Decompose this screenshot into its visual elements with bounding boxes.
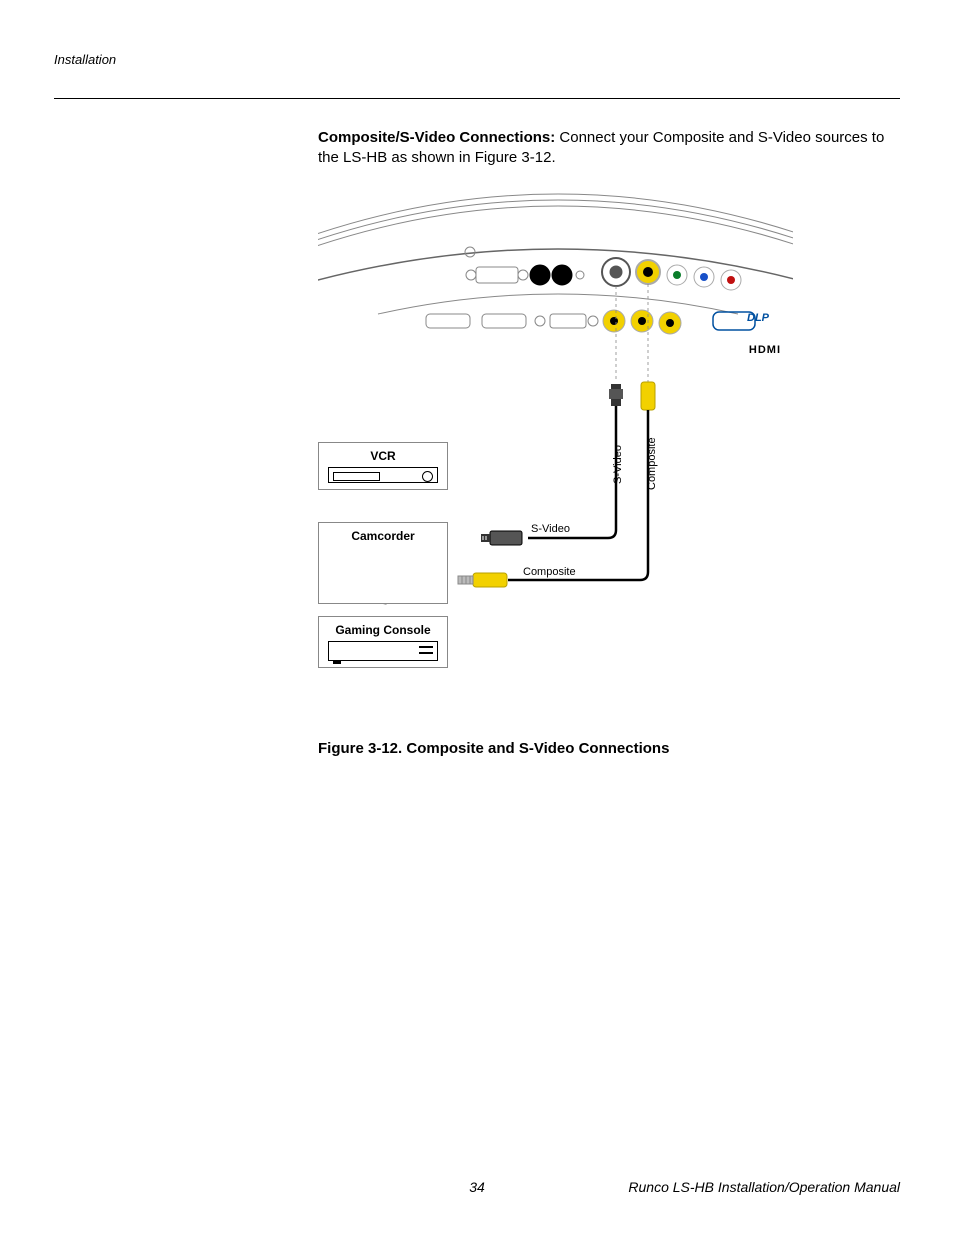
hdmi-logo: HDMI — [749, 344, 781, 356]
dlp-logo: DLP — [747, 312, 769, 324]
footer-doc-title: Runco LS-HB Installation/Operation Manua… — [628, 1179, 900, 1195]
source-box-vcr: VCR — [318, 442, 448, 490]
vcr-label: VCR — [323, 449, 443, 463]
source-box-camcorder: Camcorder — [318, 522, 448, 604]
gaming-console-icon — [328, 641, 438, 661]
svideo-cable-label-h: S-Video — [531, 523, 570, 535]
inline-heading: Composite/S-Video Connections: — [318, 129, 555, 146]
connection-diagram: VCR Camcorder Gaming Console S-Video Com… — [318, 184, 793, 704]
page-number: 34 — [469, 1179, 485, 1195]
composite-cable-label-v: Composite — [646, 437, 658, 490]
svideo-cable-label-v: S-Video — [612, 445, 624, 484]
header-divider — [54, 98, 900, 99]
composite-cable-label-h: Composite — [523, 566, 576, 578]
figure-caption: Figure 3-12. Composite and S-Video Conne… — [318, 740, 669, 757]
camcorder-label: Camcorder — [323, 529, 443, 543]
section-header-label: Installation — [54, 52, 116, 67]
gaming-label: Gaming Console — [323, 623, 443, 637]
body-paragraph: Composite/S-Video Connections: Connect y… — [318, 128, 898, 169]
source-box-gaming: Gaming Console — [318, 616, 448, 668]
vcr-icon — [328, 467, 438, 483]
